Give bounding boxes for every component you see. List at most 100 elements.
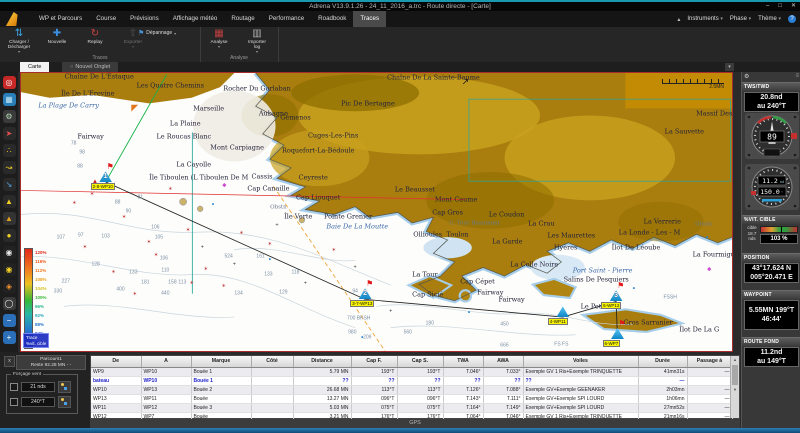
maximize-button[interactable]: □: [778, 2, 782, 11]
depth-sounding: 113: [178, 281, 186, 286]
table-column-header[interactable]: Marque: [191, 356, 251, 368]
waypoints-icon[interactable]: ∴: [3, 144, 16, 157]
wind-speed-field[interactable]: 21 nds: [21, 382, 55, 392]
tab-overflow-icon[interactable]: ▾: [725, 63, 734, 71]
ribbon-tab[interactable]: WP et Parcours: [32, 11, 89, 27]
map-place-label: Massif Des: [696, 110, 732, 117]
scroll-up-icon[interactable]: ▲: [731, 356, 739, 364]
table-scrollbar[interactable]: ▲ ▼: [730, 356, 739, 418]
panel-menu-icon[interactable]: ≡: [795, 73, 799, 79]
table-column-header[interactable]: Côté: [251, 356, 293, 368]
ribbon-tab[interactable]: Affichage météo: [166, 11, 225, 27]
tab-nouvel-onglet[interactable]: ○Nouvel Onglet: [62, 62, 118, 72]
chart-symbol: ●: [361, 335, 364, 340]
map-place-label: La Plaine: [170, 120, 201, 127]
map-place-label: La Colle Noire: [510, 261, 558, 268]
compass-marks-icon[interactable]: ◉: [3, 263, 16, 276]
tools-icon[interactable]: ⚙: [3, 110, 16, 123]
chart-symbol: ✶: [132, 293, 137, 298]
table-column-header[interactable]: Passage à: [687, 356, 732, 368]
wind-angle-gauge: 89: [742, 113, 800, 164]
ribbon-button-icon: ↻: [78, 28, 112, 40]
depannage-button[interactable]: ⚑ Dépannage ▾: [138, 29, 176, 37]
marks-pair-icon[interactable]: ▲: [3, 212, 16, 225]
map-place-label: Mont Caume: [435, 197, 477, 204]
depth-sounding: 158: [168, 281, 176, 286]
depth-sounding: 133: [264, 272, 272, 277]
scale-tick-label: 112%: [35, 266, 47, 275]
close-button[interactable]: ✕: [791, 2, 796, 11]
table-column-header[interactable]: Distance: [293, 356, 351, 368]
ribbon-tab[interactable]: Roadbook: [311, 11, 353, 27]
route-fond-value: 11.2nd au 149°T: [744, 347, 799, 367]
mob-lifebuoy-icon[interactable]: ◎: [3, 76, 16, 89]
pan-tool-icon[interactable]: ◯: [3, 297, 16, 310]
zoom-out-icon[interactable]: −: [3, 314, 16, 327]
chart-icon[interactable]: ▦: [3, 93, 16, 106]
wind-direction-icon[interactable]: [58, 396, 71, 408]
depth-sounding: 450: [500, 323, 508, 328]
table-column-header[interactable]: Cap F.: [351, 356, 397, 368]
ribbon-tab[interactable]: Performance: [262, 11, 311, 27]
header-menu[interactable]: Instruments ▾: [687, 16, 723, 22]
wind-direction-checkbox[interactable]: [10, 398, 18, 406]
compass-needle-icon[interactable]: ◈: [3, 280, 16, 293]
ribbon-tab[interactable]: Routage: [224, 11, 261, 27]
close-parcours-button[interactable]: x: [4, 356, 15, 367]
table-column-header[interactable]: AWA: [483, 356, 523, 368]
nautical-chart[interactable]: Chaîne De L'EstaqueLes Quatre CheminsRoc…: [20, 72, 733, 352]
table-column-header[interactable]: Cap S.: [397, 356, 443, 368]
scroll-down-icon[interactable]: ▼: [731, 386, 739, 394]
wind-direction-field[interactable]: 240°T: [21, 397, 55, 407]
map-place-label: Gémenos: [280, 114, 311, 121]
ribbon-button[interactable]: ⇅ Charger / Décharger ▾: [2, 28, 36, 54]
header-menu[interactable]: Phase ▾: [730, 16, 751, 22]
ribbon-tab[interactable]: Traces: [353, 11, 386, 27]
wind-speed-checkbox[interactable]: [10, 383, 18, 391]
minimize-button[interactable]: –: [766, 2, 769, 11]
depth-sounding: 106: [160, 256, 168, 261]
chart-symbol: +: [233, 262, 236, 267]
table-row[interactable]: WP10WP13Bouée 2 26.68 MN113°T113°TT.126°…: [91, 386, 732, 395]
help-icon[interactable]: ?: [788, 15, 796, 23]
table-column-header[interactable]: Durée: [638, 356, 687, 368]
header-menu[interactable]: Thème ▾: [758, 16, 781, 22]
scrollbar-thumb[interactable]: [732, 365, 738, 385]
ribbon-tab[interactable]: Prévisions: [123, 11, 166, 27]
position-header: POSITION: [742, 253, 800, 262]
depth-sounding: 88: [115, 201, 121, 206]
adrena-logo-icon[interactable]: [2, 12, 28, 26]
ribbon-button[interactable]: ▥ Importer log ▾: [240, 28, 274, 54]
depth-sounding: 94: [352, 289, 358, 294]
zoom-in-icon[interactable]: +: [3, 331, 16, 344]
ribbon-button[interactable]: ✚ Nouvelle: [40, 28, 74, 54]
tab-carte[interactable]: Carte: [20, 62, 49, 72]
table-column-header[interactable]: Voiles: [523, 356, 638, 368]
table-row[interactable]: WP9WP10Bouée 1 5.79 MN193°T193°TT.046° T…: [91, 368, 732, 377]
chart-symbol: +: [354, 265, 357, 270]
wind-speed-icon[interactable]: [58, 381, 71, 393]
ribbon-tab[interactable]: Course: [89, 11, 123, 27]
depth-sounding: 103: [101, 234, 109, 239]
speed-marker: [781, 226, 783, 233]
gear-icon[interactable]: ⚙: [744, 73, 749, 80]
waypoint-route-icon[interactable]: ↝: [3, 161, 16, 174]
collapse-ribbon-icon[interactable]: ▴: [677, 16, 680, 23]
table-column-header[interactable]: A: [141, 356, 191, 368]
map-place-label: Île Tiboulen (L Tiboulen De M: [149, 175, 248, 182]
bearing-arrow-icon[interactable]: ↘: [3, 178, 16, 191]
ribbon-button[interactable]: ↻ Replay: [78, 28, 112, 54]
route-mark-icon[interactable]: ➤: [3, 127, 16, 140]
map-place-label: La Plage De Carry: [38, 102, 99, 109]
mark-cone-icon[interactable]: ▲: [3, 195, 16, 208]
ribbon-button[interactable]: ▦ Analyse ▾: [202, 28, 236, 54]
buoy-icon[interactable]: ●: [3, 229, 16, 242]
map-place-label: Chaîne De L'Estaque: [65, 74, 134, 81]
compass-icon[interactable]: ◉: [3, 246, 16, 259]
table-column-header[interactable]: De: [91, 356, 141, 368]
table-column-header[interactable]: TWA: [443, 356, 483, 368]
table-row[interactable]: WP13WP11Bouée 13.27 MN096°T096°TT.143° T…: [91, 395, 732, 404]
depth-sounding: 97: [78, 233, 84, 238]
table-row[interactable]: WP11WP12Bouée 3 5.03 MN075°T075°TT.164° …: [91, 404, 732, 413]
table-row[interactable]: bateauWP10Bouée 1 ???????? ????—: [91, 377, 732, 386]
